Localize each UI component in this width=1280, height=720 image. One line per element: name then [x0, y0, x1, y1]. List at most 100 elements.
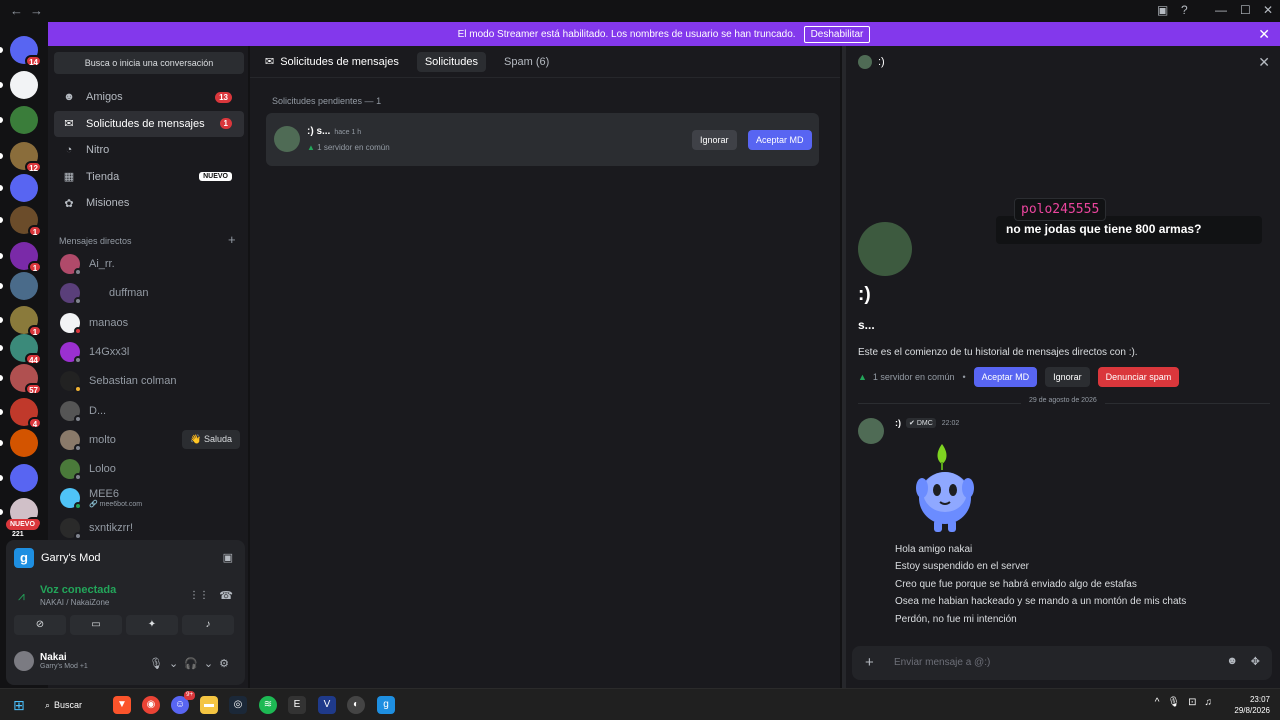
- dm-item[interactable]: molto 👋 Saluda: [54, 426, 244, 454]
- dm-item[interactable]: Sebastian colman: [54, 367, 244, 395]
- server-icon[interactable]: 57: [10, 364, 42, 395]
- noise-suppression-icon[interactable]: ⋮⋮: [189, 590, 209, 601]
- taskbar-search[interactable]: ⌕ Buscar: [45, 695, 101, 715]
- chevron-down-icon[interactable]: ⌄: [169, 658, 184, 670]
- network-icon[interactable]: ⊡: [1188, 697, 1204, 708]
- request-card[interactable]: :) s... hace 1 h ▲ 1 servidor en común Ig…: [266, 113, 819, 166]
- server-icon[interactable]: [10, 429, 38, 457]
- current-user[interactable]: Nakai Garry's Mod +1: [14, 651, 88, 671]
- back-arrow-icon[interactable]: ←: [10, 3, 23, 18]
- close-banner-icon[interactable]: ✕: [1258, 26, 1270, 43]
- nav-item-amigos[interactable]: ☻ Amigos 13: [54, 84, 244, 110]
- windows-taskbar: ⊞ ⌕ Buscar ▼ ◉ ☺ 9+ ▬ ◎ ≋ E V ◐ g ^🎙⊡♫ 23:…: [0, 688, 1280, 720]
- user-controls: 🎙⌄🎧⌄⚙: [149, 657, 235, 670]
- steam-icon[interactable]: ◎: [229, 696, 247, 714]
- dm-item[interactable]: Ai_rr.: [54, 250, 244, 278]
- brave-icon[interactable]: ▼: [113, 696, 131, 714]
- stream-overlay-name: polo245555: [1014, 198, 1107, 221]
- nav-item-nitro[interactable]: ◔ Nitro: [54, 137, 244, 163]
- server-icon[interactable]: 1: [10, 242, 42, 273]
- discord-icon[interactable]: ☺ 9+: [171, 691, 195, 714]
- server-icon[interactable]: [10, 106, 38, 134]
- emoji-icon[interactable]: ☻: [1226, 655, 1238, 667]
- dm-header-bar: :): [846, 46, 1280, 78]
- chrome-icon[interactable]: ◉: [142, 696, 160, 714]
- dm-item[interactable]: MEE6 🔗 mee6bot.com: [54, 484, 244, 512]
- ignore-button[interactable]: Ignorar: [692, 130, 737, 150]
- close-icon[interactable]: ✕: [1258, 54, 1270, 71]
- volume-icon[interactable]: ♫: [1205, 697, 1221, 708]
- server-icon[interactable]: [10, 272, 38, 300]
- server-icon[interactable]: 1: [10, 206, 42, 237]
- attach-plus-icon[interactable]: +: [865, 654, 874, 671]
- server-icon[interactable]: [10, 71, 38, 99]
- disable-streamer-button[interactable]: Deshabilitar: [803, 25, 871, 43]
- forward-arrow-icon[interactable]: →: [30, 3, 43, 18]
- nav-item-solicitudes[interactable]: ✉ Solicitudes de mensajes 1: [54, 110, 244, 137]
- clock[interactable]: 23:07 29/8/2026: [1234, 694, 1270, 716]
- message-line: Creo que fue porque se habrá enviado alg…: [895, 579, 1137, 590]
- help-icon[interactable]: ?: [1181, 3, 1188, 17]
- inbox-icon[interactable]: ▣: [1157, 3, 1168, 17]
- profile-display-name: :): [858, 284, 871, 305]
- accept-dm-button[interactable]: Aceptar MD: [748, 130, 812, 150]
- tab-spam[interactable]: Spam (6): [496, 52, 557, 72]
- dm-item[interactable]: Loloo: [54, 455, 244, 483]
- spotify-icon[interactable]: ≋: [259, 696, 277, 714]
- chevron-down-icon[interactable]: ⌄: [204, 658, 219, 670]
- epic-icon[interactable]: E: [288, 696, 306, 714]
- accept-dm-button[interactable]: Aceptar MD: [973, 367, 1038, 387]
- close-window-icon[interactable]: ✕: [1263, 3, 1273, 17]
- voice-status[interactable]: Voz conectada NAKAI / NakaiZone: [40, 584, 116, 607]
- dm-item[interactable]: D...: [54, 397, 244, 425]
- tab-solicitudes[interactable]: Solicitudes: [416, 51, 487, 72]
- activity-bar[interactable]: g Garry's Mod: [14, 548, 101, 568]
- server-icon[interactable]: [10, 174, 38, 202]
- server-icon[interactable]: 44: [10, 334, 42, 365]
- ignore-button[interactable]: Ignorar: [1045, 367, 1090, 387]
- maximize-icon[interactable]: ☐: [1240, 3, 1251, 17]
- soundboard-button[interactable]: ♪: [182, 615, 234, 635]
- camera-off-button[interactable]: ⊘: [14, 615, 66, 635]
- chevron-up-icon[interactable]: ^: [1155, 697, 1168, 708]
- minimize-icon[interactable]: —: [1215, 3, 1227, 17]
- garrys-mod-icon[interactable]: g: [377, 696, 395, 714]
- dm-item[interactable]: duffman: [54, 279, 244, 307]
- dm-item[interactable]: manaos: [54, 309, 244, 337]
- v-app-icon[interactable]: V: [318, 696, 336, 714]
- server-icon[interactable]: [10, 464, 38, 492]
- disconnect-icon[interactable]: ☎: [219, 589, 233, 602]
- wave-button[interactable]: 👋 Saluda: [182, 429, 240, 449]
- mutual-servers-label[interactable]: 1 servidor en común: [873, 372, 955, 382]
- message-author[interactable]: :): [895, 418, 901, 428]
- headphones-icon[interactable]: 🎧: [184, 658, 204, 670]
- search-conversation-button[interactable]: Busca o inicia una conversación: [54, 52, 244, 74]
- nav-item-tienda[interactable]: ▦ Tienda NUEVO: [54, 164, 244, 190]
- profile-avatar[interactable]: [858, 222, 912, 276]
- share-screen-button[interactable]: ▭: [70, 615, 122, 635]
- microphone-icon[interactable]: 🎙: [149, 658, 169, 670]
- gear-icon[interactable]: ⚙: [219, 658, 235, 670]
- server-icon[interactable]: 14: [10, 36, 42, 67]
- microphone-icon[interactable]: 🎙: [1167, 697, 1188, 708]
- obs-icon[interactable]: ◐: [347, 696, 365, 714]
- report-spam-button[interactable]: Denunciar spam: [1097, 367, 1180, 387]
- message-input[interactable]: Enviar mensaje a @:): [894, 657, 990, 668]
- windows-start-icon[interactable]: ⊞: [13, 697, 25, 714]
- folder-icon[interactable]: ▬: [200, 696, 218, 714]
- apps-icon[interactable]: ✥: [1251, 655, 1260, 668]
- server-icon[interactable]: 4: [10, 398, 42, 429]
- nav-item-misiones[interactable]: ✿ Misiones: [54, 190, 244, 216]
- avatar[interactable]: [858, 418, 884, 444]
- dm-item[interactable]: sxntikzrr!: [54, 514, 244, 542]
- activities-button[interactable]: ✦: [126, 615, 178, 635]
- screen-share-icon[interactable]: ▣: [223, 551, 233, 564]
- dm-name: molto: [89, 433, 116, 446]
- message-composer[interactable]: + Enviar mensaje a @:) ☻ ✥: [852, 646, 1272, 680]
- dm-item[interactable]: 14Gxx3l: [54, 338, 244, 366]
- wumpus-sticker: [916, 444, 974, 532]
- server-tag[interactable]: ✔ DMC: [906, 418, 936, 428]
- server-icon[interactable]: 1: [10, 306, 42, 337]
- create-dm-icon[interactable]: +: [228, 232, 236, 247]
- server-icon[interactable]: 12: [10, 142, 42, 173]
